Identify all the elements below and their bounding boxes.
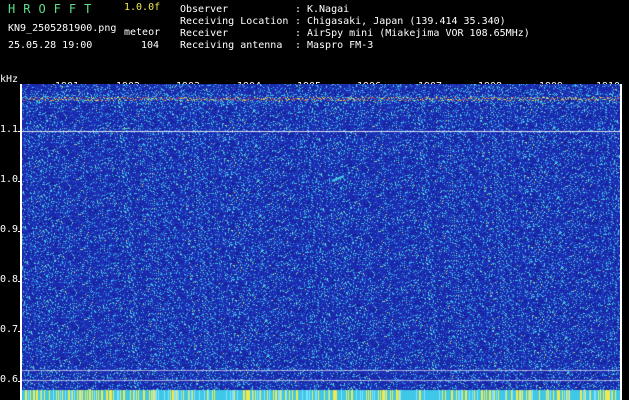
- count-label: 104: [141, 40, 160, 51]
- info-colon: :: [295, 28, 302, 39]
- spectrogram-canvas: [22, 84, 620, 400]
- y-tick-mark: [18, 131, 22, 132]
- info-colon: :: [295, 4, 302, 15]
- version-label: 1.0.0f: [124, 2, 161, 13]
- right-border: [620, 84, 622, 400]
- info-value: Maspro FM-3: [307, 40, 374, 51]
- y-tick-label: 1.0: [0, 174, 19, 185]
- spectrogram-panel: [22, 84, 620, 400]
- info-key: Observer: [180, 4, 229, 15]
- datetime-label: 25.05.28 19:00: [8, 40, 93, 51]
- y-tick-label: 0.7: [0, 324, 19, 335]
- info-key: Receiver: [180, 28, 229, 39]
- y-tick-mark: [18, 381, 22, 382]
- y-tick-mark: [18, 331, 22, 332]
- info-value: AirSpy mini (Miakejima VOR 108.65MHz): [307, 28, 530, 39]
- y-tick-mark: [18, 231, 22, 232]
- info-observer: Observer: K.Nagai: [180, 4, 349, 15]
- info-receiver: Receiver: AirSpy mini (Miakejima VOR 108.…: [180, 28, 530, 39]
- mode-label: meteor: [124, 27, 161, 38]
- info-value: K.Nagai: [307, 4, 350, 15]
- y-tick-mark: [18, 281, 22, 282]
- info-colon: :: [295, 40, 302, 51]
- info-value: Chigasaki, Japan (139.414 35.340): [307, 16, 506, 27]
- info-antenna: Receiving antenna: Maspro FM-3: [180, 40, 373, 51]
- info-location: Receiving Location: Chigasaki, Japan (139…: [180, 16, 506, 27]
- info-key: Receiving Location: [180, 16, 289, 27]
- y-axis-unit: kHz: [0, 74, 19, 85]
- y-tick-label: 0.9: [0, 224, 19, 235]
- info-key: Receiving antenna: [180, 40, 283, 51]
- filename-label: KN9_2505281900.png: [8, 23, 117, 34]
- y-tick-label: 1.1: [0, 124, 19, 135]
- y-tick-label: 0.6: [0, 374, 19, 385]
- info-colon: :: [295, 16, 302, 27]
- y-tick-mark: [18, 181, 22, 182]
- y-tick-label: 0.8: [0, 274, 19, 285]
- app-brand: HROFFT: [8, 2, 100, 16]
